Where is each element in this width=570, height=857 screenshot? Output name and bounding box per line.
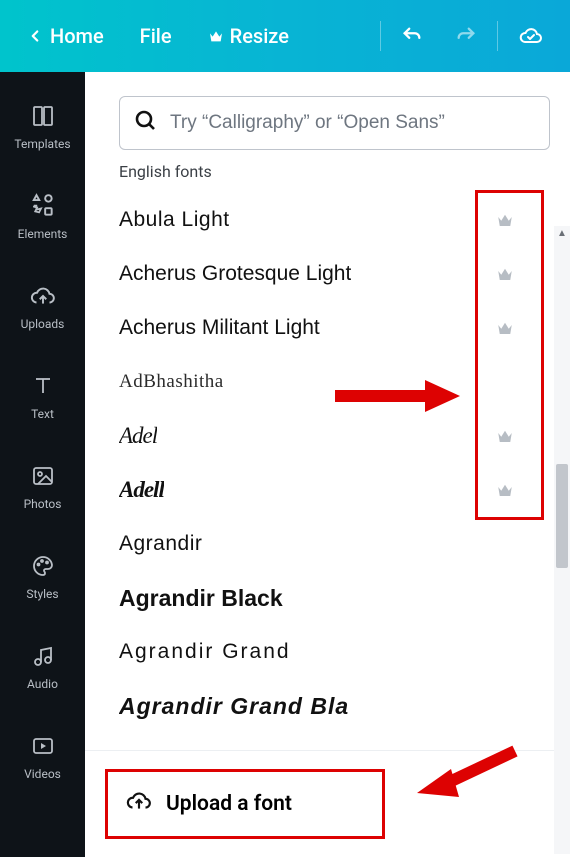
sidebar-item-label: Uploads <box>21 317 65 331</box>
scroll-up-icon: ▲ <box>557 228 567 239</box>
scrollbar[interactable]: ▲ <box>554 226 570 854</box>
undo-button[interactable] <box>387 19 437 53</box>
sidebar-item-label: Templates <box>14 137 70 151</box>
font-row[interactable]: AdBhashitha <box>119 355 530 409</box>
sidebar-item-label: Videos <box>24 767 61 781</box>
video-icon <box>30 733 56 759</box>
font-name-label: Agrandir Grand Mediu <box>119 747 365 750</box>
crown-icon <box>496 428 514 444</box>
divider <box>380 21 381 51</box>
left-sidebar: Templates Elements Uploads Text Photos <box>0 72 85 857</box>
sidebar-item-photos[interactable]: Photos <box>0 444 85 530</box>
font-name-label: Agrandir Grand Bla <box>119 693 349 720</box>
font-name-label: Agrandir Black <box>119 585 283 612</box>
sidebar-item-text[interactable]: Text <box>0 354 85 440</box>
font-row[interactable]: Agrandir Grand Mediu <box>119 733 530 750</box>
crown-icon <box>208 29 224 43</box>
font-row[interactable]: Adel <box>119 409 530 463</box>
sidebar-item-label: Audio <box>27 677 58 691</box>
divider <box>497 21 498 51</box>
undo-icon <box>401 25 423 47</box>
font-row[interactable]: Agrandir Grand Bla <box>119 679 530 733</box>
home-label: Home <box>50 24 104 48</box>
resize-label: Resize <box>230 24 289 48</box>
font-name-label: AdBhashitha <box>119 371 224 393</box>
font-row[interactable]: Acherus Militant Light <box>119 301 530 355</box>
upload-cloud-icon <box>30 283 56 309</box>
sidebar-item-styles[interactable]: Styles <box>0 534 85 620</box>
redo-icon <box>455 25 477 47</box>
font-row[interactable]: Agrandir <box>119 517 530 571</box>
upload-font-button[interactable]: Upload a font <box>105 769 385 839</box>
font-name-label: Acherus Grotesque Light <box>119 262 351 286</box>
palette-icon <box>30 553 56 579</box>
sidebar-item-label: Text <box>31 407 54 421</box>
sidebar-item-label: Photos <box>24 497 62 511</box>
back-home-button[interactable]: Home <box>12 18 118 54</box>
font-name-label: Agrandir Grand <box>119 640 291 664</box>
sidebar-item-audio[interactable]: Audio <box>0 624 85 710</box>
scrollbar-thumb[interactable] <box>556 464 568 568</box>
sidebar-item-videos[interactable]: Videos <box>0 714 85 800</box>
top-bar: Home File Resize <box>0 0 570 72</box>
audio-icon <box>30 643 56 669</box>
elements-icon <box>30 193 56 219</box>
text-icon <box>30 373 56 399</box>
cloud-check-icon <box>518 24 544 48</box>
sidebar-item-elements[interactable]: Elements <box>0 174 85 260</box>
crown-icon <box>496 266 514 282</box>
font-row[interactable]: Abula Light <box>119 193 530 247</box>
font-name-label: Abula Light <box>119 208 230 232</box>
sidebar-item-label: Elements <box>18 227 68 241</box>
upload-icon <box>126 788 152 820</box>
file-label: File <box>140 24 172 48</box>
sidebar-item-label: Styles <box>26 587 58 601</box>
file-menu[interactable]: File <box>126 18 186 54</box>
font-name-label: Agrandir <box>119 532 202 556</box>
upload-font-label: Upload a font <box>166 792 292 816</box>
sidebar-item-uploads[interactable]: Uploads <box>0 264 85 350</box>
cloud-sync-button[interactable] <box>504 18 558 54</box>
crown-icon <box>496 482 514 498</box>
redo-button[interactable] <box>441 19 491 53</box>
font-row[interactable]: Agrandir Grand <box>119 625 530 679</box>
font-name-label: Adel <box>119 423 157 449</box>
font-row[interactable]: Adell <box>119 463 530 517</box>
section-label: English fonts <box>85 160 570 193</box>
crown-icon <box>496 320 514 336</box>
resize-menu[interactable]: Resize <box>194 18 303 54</box>
sidebar-item-templates[interactable]: Templates <box>0 84 85 170</box>
font-name-label: Acherus Militant Light <box>119 316 320 340</box>
chevron-left-icon <box>26 27 44 45</box>
templates-icon <box>30 103 56 129</box>
search-input[interactable] <box>170 112 535 134</box>
photo-icon <box>30 463 56 489</box>
font-search[interactable] <box>119 96 550 150</box>
font-list: Abula Light Acherus Grotesque Light Acheru… <box>85 193 570 750</box>
search-icon <box>134 109 158 137</box>
font-row[interactable]: Acherus Grotesque Light <box>119 247 530 301</box>
font-row[interactable]: Agrandir Black <box>119 571 530 625</box>
font-panel: English fonts Abula Light Acherus Grotesq… <box>85 72 570 857</box>
crown-icon <box>496 212 514 228</box>
font-name-label: Adell <box>119 477 164 503</box>
